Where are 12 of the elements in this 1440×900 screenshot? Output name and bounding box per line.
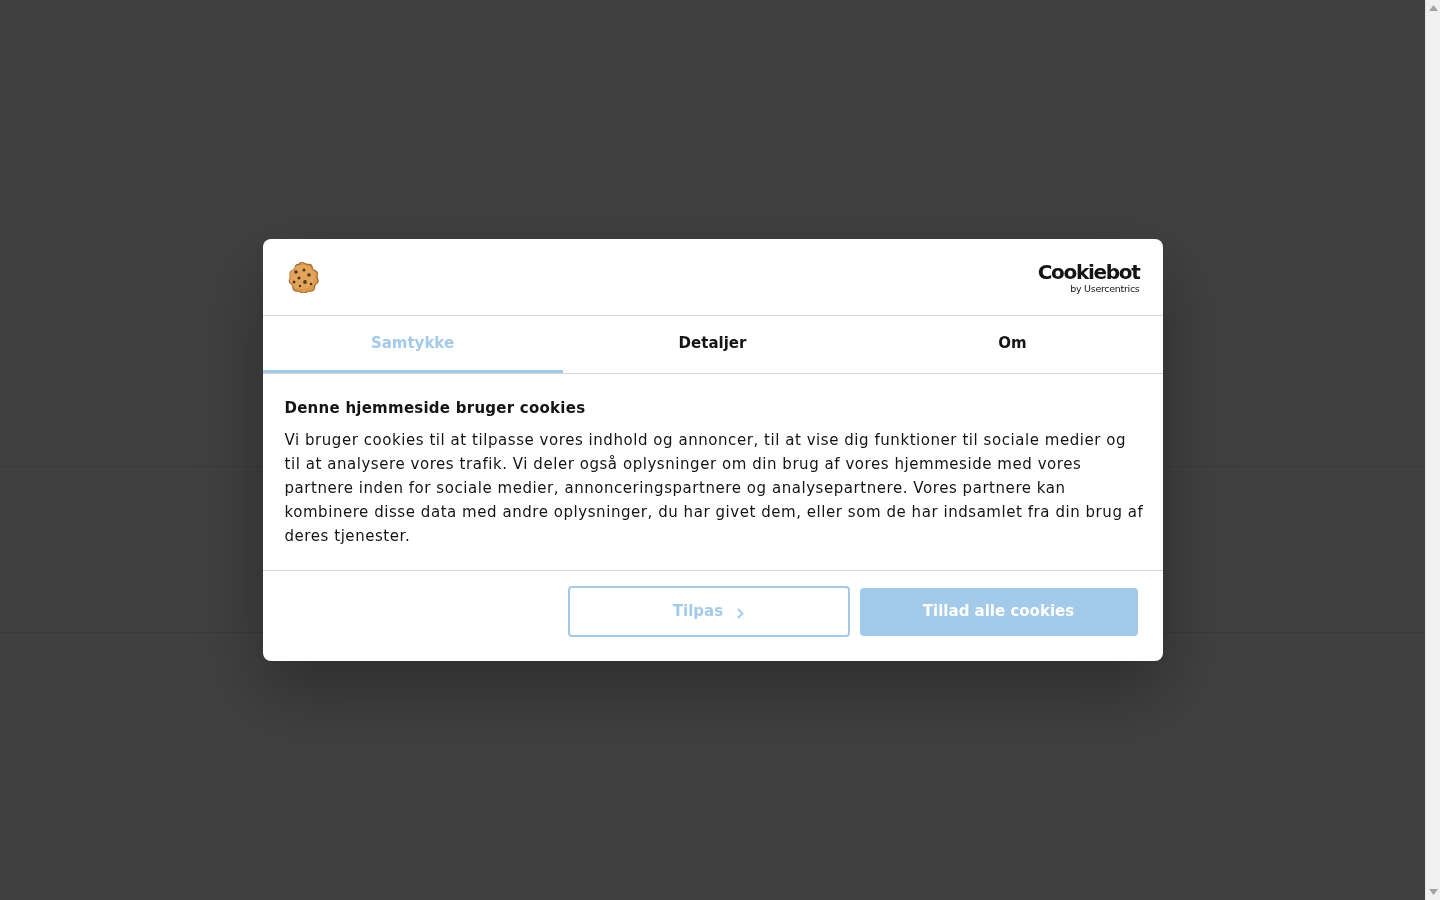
- customize-button[interactable]: Tilpas: [567, 586, 850, 637]
- cookiebot-logo: Cookiebot by Usercentrics: [1037, 260, 1141, 294]
- consent-description: Vi bruger cookies til at tilpasse vores indhold og annoncer, til at vise dig funktioner til sociale medier og til at analysere vores trafik. Vi deler også oplysninger om din brug af vores hjemmeside med vores partnere inden for sociale medier, annonceringspartnere og analysepartnere. Vores partnere kan kombinere disse data med andre oplysninger, du har givet dem, eller som de har indsamlet fra din brug af deres tjenester.: [284, 430, 1145, 547]
- scroll-down-arrow-icon[interactable]: [1428, 889, 1438, 895]
- accept-all-button[interactable]: Tillad alle cookies: [859, 587, 1138, 636]
- tab[interactable]: Samtykke: [262, 316, 563, 373]
- chevron-right-icon: [737, 608, 745, 619]
- scroll-up-arrow-icon[interactable]: [1428, 5, 1438, 11]
- tab[interactable]: Detaljer: [562, 316, 863, 373]
- scrollbar[interactable]: [1425, 0, 1440, 900]
- tab[interactable]: Om: [862, 316, 1163, 373]
- dialog-heading: Denne hjemmeside bruger cookies: [284, 398, 587, 418]
